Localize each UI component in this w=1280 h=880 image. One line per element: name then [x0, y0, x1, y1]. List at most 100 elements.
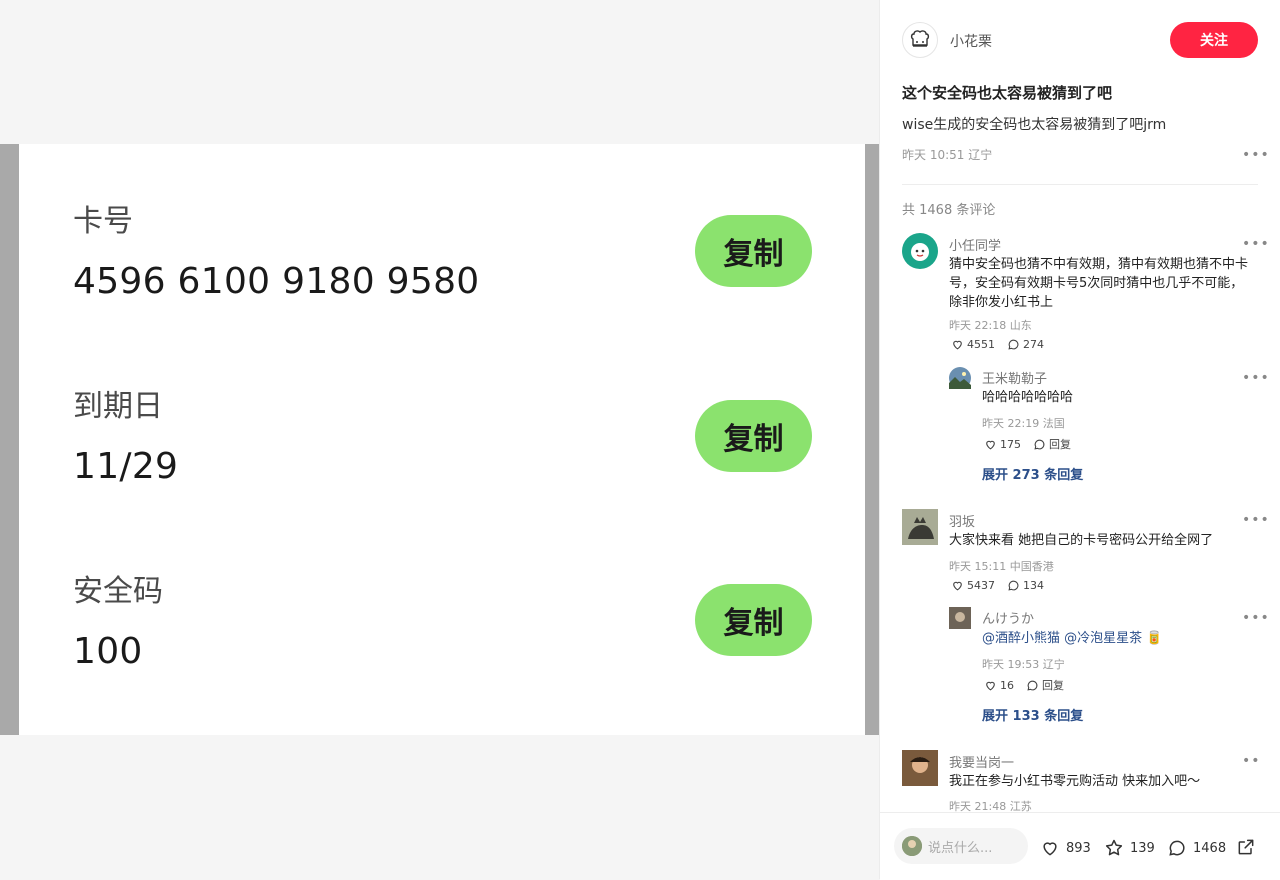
photo-avatar-icon[interactable]	[949, 607, 971, 629]
reply-reply-label: 回复	[1042, 679, 1064, 692]
post-image-frame: 卡号 4596 6100 9180 9580 复制 到期日 11/29 复制 安…	[0, 144, 879, 735]
card-number-label: 卡号	[73, 204, 133, 239]
comment-more-icon[interactable]: •••	[1242, 513, 1270, 527]
comment-username[interactable]: 小任同学	[949, 235, 1001, 254]
comment-more-icon[interactable]: •••	[1242, 237, 1270, 251]
chat-bubble-icon	[1008, 580, 1019, 591]
reply-more-icon[interactable]: •••	[1242, 611, 1270, 625]
expiry-label: 到期日	[73, 389, 163, 424]
comment-reply-button[interactable]: 274	[1007, 338, 1044, 351]
reply-like-button[interactable]: 16	[984, 679, 1014, 692]
reply-reply-button[interactable]: 回复	[1033, 436, 1071, 452]
chat-bubble-icon	[1034, 439, 1045, 450]
like-count: 893	[1066, 840, 1091, 856]
more-options-icon[interactable]: •••	[1242, 148, 1270, 162]
post-detail-panel: 小花栗 关注 这个安全码也太容易被猜到了吧 wise生成的安全码也太容易被猜到了…	[879, 0, 1280, 880]
reply-like-count: 16	[1000, 678, 1014, 692]
user-avatar-icon	[902, 836, 922, 856]
reply-reply-button[interactable]: 回复	[1026, 677, 1064, 693]
comment-like-button[interactable]: 5437	[951, 579, 995, 592]
comment-username[interactable]: 我要当岗一	[949, 752, 1014, 771]
copy-security-code-button[interactable]: 复制	[695, 584, 812, 656]
collect-button[interactable]: 139	[1104, 838, 1155, 858]
comment-reply-count: 134	[1023, 579, 1044, 592]
card-number-value: 4596 6100 9180 9580	[73, 261, 480, 302]
heart-icon	[986, 681, 995, 690]
heart-icon	[953, 340, 962, 350]
comment-actions: 4551 274	[951, 338, 1044, 351]
comment-count: 共 1468 条评论	[902, 203, 996, 218]
reply-meta: 昨天 22:19 法国	[982, 417, 1065, 430]
expand-replies-link[interactable]: 展开 273 条回复	[982, 464, 1083, 483]
security-code-value: 100	[73, 631, 143, 672]
chat-bubble-icon	[1027, 680, 1038, 691]
expiry-field: 到期日 11/29	[73, 387, 178, 490]
chef-hat-avatar-icon[interactable]	[902, 22, 938, 58]
comment-meta: 昨天 21:48 江苏	[949, 800, 1032, 812]
post-body: wise生成的安全码也太容易被猜到了吧jrm	[902, 117, 1167, 133]
like-button[interactable]: 893	[1040, 838, 1091, 858]
reply-actions: 175 回复	[984, 436, 1071, 452]
comment-like-count: 5437	[967, 579, 995, 592]
reply-text: 哈哈哈哈哈哈哈	[982, 390, 1074, 405]
heart-icon	[953, 581, 962, 591]
security-code-label: 安全码	[73, 574, 163, 609]
divider	[902, 184, 1258, 185]
copy-expiry-button[interactable]: 复制	[695, 400, 812, 472]
person-photo-avatar-icon[interactable]	[902, 750, 938, 786]
comment-username[interactable]: 羽坂	[949, 511, 975, 530]
collect-count: 139	[1130, 840, 1155, 856]
author-name[interactable]: 小花栗	[950, 31, 992, 51]
comment-reply-button[interactable]: 134	[1007, 579, 1044, 592]
follow-button[interactable]: 关注	[1170, 22, 1258, 58]
security-code-field: 安全码 100	[73, 572, 163, 675]
comment-item: 羽坂 ••• 大家快来看 她把自己的卡号密码公开给全网了 昨天 15:11 中国…	[902, 509, 1269, 729]
comments-button[interactable]: 1468	[1167, 838, 1226, 858]
comment-text: 猜中安全码也猜不中有效期，猜中有效期也猜不中卡号，安全码有效期卡号5次同时猜中也…	[949, 257, 1249, 310]
comment-input[interactable]: 说点什么...	[894, 828, 1028, 864]
comment-more-icon[interactable]: •••	[1242, 754, 1258, 768]
comment-item: 我要当岗一 ••• 我正在参与小红书零元购活动 快来加入吧～ 昨天 21:48 …	[902, 750, 1258, 812]
image-viewer: 卡号 4596 6100 9180 9580 复制 到期日 11/29 复制 安…	[0, 0, 879, 879]
expiry-value: 11/29	[73, 446, 179, 487]
reply-more-icon[interactable]: •••	[1242, 371, 1270, 385]
comment-item: 小任同学 猜中安全码也猜不中有效期，猜中有效期也猜不中卡号，安全码有效期卡号5次…	[902, 233, 1269, 483]
landscape-avatar-icon[interactable]	[949, 367, 971, 389]
comment-like-button[interactable]: 4551	[951, 338, 995, 351]
post-title: 这个安全码也太容易被猜到了吧	[902, 84, 1113, 102]
mention-link[interactable]: @冷泡星星茶	[1064, 631, 1142, 646]
sheep-avatar-icon[interactable]	[902, 233, 938, 269]
expand-replies-link[interactable]: 展开 133 条回复	[982, 705, 1083, 724]
chat-bubble-icon	[1008, 339, 1019, 350]
comment-like-count: 4551	[967, 338, 995, 351]
chat-bubble-icon	[1169, 840, 1185, 856]
star-icon	[1105, 839, 1123, 856]
comment-meta: 昨天 22:18 山东	[949, 319, 1032, 332]
comment-text: 我正在参与小红书零元购活动 快来加入吧～	[949, 774, 1201, 789]
reply-actions: 16 回复	[984, 677, 1064, 693]
comment-input-placeholder: 说点什么...	[928, 840, 993, 856]
reply-username[interactable]: んけうか	[982, 608, 1034, 627]
comment-meta: 昨天 15:11 中国香港	[949, 560, 1054, 573]
comment-reply-count: 274	[1023, 338, 1044, 351]
mention-link[interactable]: @酒醉小熊猫	[982, 631, 1060, 646]
card-number-field: 卡号 4596 6100 9180 9580	[73, 202, 480, 305]
share-icon[interactable]	[1236, 837, 1256, 857]
copy-card-number-button[interactable]: 复制	[695, 215, 812, 287]
author-row: 小花栗 关注	[902, 22, 1258, 60]
comments-total: 1468	[1193, 840, 1227, 856]
comment-actions: 5437 134	[951, 579, 1044, 592]
post-meta: 昨天 10:51 辽宁	[902, 148, 993, 162]
reply-like-count: 175	[1000, 437, 1021, 451]
sticker-emoji-icon: 🥫	[1146, 631, 1163, 646]
cat-photo-avatar-icon[interactable]	[902, 509, 938, 545]
card-details-image: 卡号 4596 6100 9180 9580 复制 到期日 11/29 复制 安…	[19, 144, 865, 735]
reply-username[interactable]: 王米勒勒子	[982, 368, 1047, 387]
heart-icon	[986, 440, 995, 449]
engagement-bar: 说点什么... 893 139 1468	[880, 812, 1280, 880]
comment-text: 大家快来看 她把自己的卡号密码公开给全网了	[949, 533, 1214, 548]
reply-reply-label: 回复	[1049, 438, 1071, 451]
heart-icon	[1043, 842, 1057, 856]
reply-meta: 昨天 19:53 辽宁	[982, 658, 1065, 671]
reply-like-button[interactable]: 175	[984, 438, 1021, 451]
